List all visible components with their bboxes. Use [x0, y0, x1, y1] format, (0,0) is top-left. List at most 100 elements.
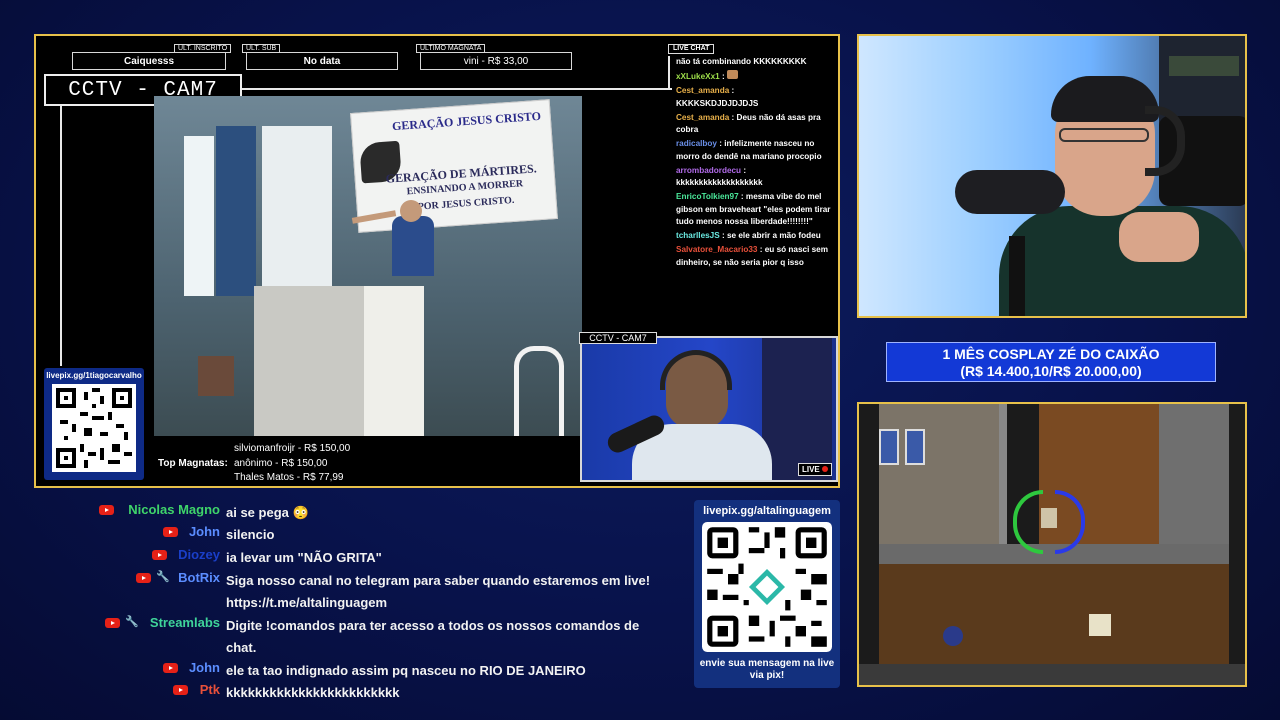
banner-text-1: GERAÇÃO JESUS CRISTO	[391, 108, 542, 134]
livepix-left-label: livepix.gg/1tiagocarvalho	[46, 371, 142, 380]
youtube-icon	[163, 527, 178, 537]
youtube-icon	[136, 573, 151, 583]
livepix-right-caption: envie sua mensagem na live via pix!	[699, 658, 835, 681]
yt-message: kkkkkkkkkkkkkkkkkkkkkkkk	[226, 685, 400, 700]
magnata-item: silviomanfroijr - R$ 150,00	[234, 443, 351, 454]
preacher	[392, 216, 434, 276]
game-bed	[879, 429, 899, 465]
live-badge: LIVE	[797, 463, 832, 476]
chat-message: não tá combinando KKKKKKKKK	[676, 56, 836, 69]
chat-username: Cest_amanda	[676, 112, 730, 122]
game-wall-right	[1159, 404, 1229, 544]
frame-line-top	[242, 88, 672, 90]
chat-message: xXLukeXx1 :	[676, 69, 836, 84]
inset-webcam: LIVE	[580, 336, 838, 482]
game-parchment	[1089, 614, 1111, 636]
yt-chat-row: John silencio	[90, 522, 690, 544]
chat-message: tcharllesJS : se ele abrir a mão fodeu	[676, 231, 821, 241]
chat-text: não tá combinando KKKKKKKKK	[676, 57, 807, 66]
window-blue	[216, 126, 256, 296]
chat-username: radicalboy	[676, 139, 717, 149]
ult-sub-box: No data	[246, 52, 398, 70]
youtube-icon	[163, 663, 178, 673]
banner-text-4: POR JESUS CRISTO.	[417, 194, 515, 213]
yt-username: Ptk	[199, 682, 220, 697]
donation-goal: 1 MÊS COSPLAY ZÉ DO CAIXÃO (R$ 14.400,10…	[886, 342, 1216, 382]
yt-chat-row: 🔧 Streamlabs Digite !comandos para ter a…	[90, 613, 690, 657]
facecam	[857, 34, 1247, 318]
yt-username: Nicolas Magno	[128, 502, 220, 517]
youtube-icon	[152, 550, 167, 560]
chat-username: tcharllesJS	[676, 231, 720, 241]
chat-message: Cest_amanda : KKKKSKDJDJDJDJS	[676, 85, 759, 108]
yt-chat-row: Ptk kkkkkkkkkkkkkkkkkkkkkkkk	[90, 680, 690, 702]
live-chat-label: LIVE CHAT	[668, 44, 715, 54]
plant-pot	[198, 356, 234, 396]
game-bed	[905, 429, 925, 465]
shelf-items	[1169, 56, 1239, 76]
live-dot-icon	[822, 466, 828, 472]
livepix-right-url: livepix.gg/altalinguagem	[703, 505, 831, 517]
magnata-item: Thales Matos - R$ 77,99	[234, 472, 344, 484]
youtube-icon	[99, 505, 114, 515]
ult-inscrito-box: Caiquesss	[72, 52, 226, 70]
inset-cctv-label: CCTV - CAM7	[579, 332, 657, 344]
yt-username: Streamlabs	[149, 615, 220, 630]
chat-text: se ele abrir a mão fodeu	[726, 231, 821, 241]
yt-username: Diozey	[178, 547, 220, 562]
emote-icon	[726, 69, 738, 79]
game-capture	[857, 402, 1247, 687]
yt-chat-row: 🔧 BotRix Siga nosso canal no telegram pa…	[90, 568, 690, 612]
yt-message-link[interactable]: https://t.me/altalinguagem	[226, 595, 387, 610]
glasses-icon	[1059, 128, 1149, 142]
qr-code-icon	[702, 522, 832, 652]
game-floor-tiles	[879, 404, 999, 544]
microphone-icon	[955, 170, 1065, 214]
pulpit-front	[364, 286, 424, 436]
frame-line-chat	[668, 56, 670, 88]
chat-message: EnricoTolkien97 : mesma vibe do mel gibs…	[676, 192, 831, 227]
chat-username: xXLukeXx1	[676, 71, 720, 81]
yt-message-line: Digite !comandos para ter acesso a todos…	[226, 618, 640, 633]
streamer-hand	[1119, 212, 1199, 262]
chat-message: radicalboy : infelizmente nasceu no morr…	[676, 139, 822, 161]
game-lower-floor	[879, 564, 1229, 664]
mic-arm	[1009, 236, 1025, 316]
streamer-hair	[1051, 76, 1159, 122]
game-bottom-bar	[859, 664, 1245, 685]
qr-code-icon	[52, 384, 136, 472]
top-magnatas-label: Top Magnatas:	[158, 458, 228, 469]
video-feed: GERAÇÃO JESUS CRISTO GERAÇÃO DE MÁRTIRES…	[154, 96, 582, 436]
yt-message-line: Siga nosso canal no telegram para saber …	[226, 573, 651, 588]
yt-chat-row: Diozey ia levar um "NÃO GRITA"	[90, 545, 690, 567]
yt-message: Siga nosso canal no telegram para saber …	[226, 570, 650, 614]
wrench-icon: 🔧	[125, 616, 139, 628]
preacher-head	[400, 200, 422, 222]
livepix-qr-left: livepix.gg/1tiagocarvalho	[44, 368, 144, 480]
ultimo-magnata-box: vini - R$ 33,00	[420, 52, 572, 70]
chat-message: arrombadordecu : kkkkkkkkkkkkkkkkkkk	[676, 165, 763, 188]
window-light-2	[262, 126, 332, 296]
wrench-icon: 🔧	[156, 571, 170, 583]
chat-username: EnricoTolkien97	[676, 192, 739, 202]
yt-message: ele ta tao indignado assim pq nasceu no …	[226, 663, 586, 678]
chat-username: arrombadordecu	[676, 165, 742, 175]
main-stream-frame: ULT. INSCRITO Caiquesss ULT. SUB No data…	[34, 34, 840, 488]
livepix-qr-right: livepix.gg/altalinguagem envie sua mensa…	[694, 500, 840, 688]
inset-curtain	[762, 338, 832, 480]
window-light	[184, 136, 214, 296]
chat-message: Salvatore_Macario33 : eu só nasci sem di…	[676, 245, 829, 268]
top-magnatas-list: silviomanfroijr - R$ 150,00 anônimo - R$…	[234, 442, 350, 486]
youtube-icon	[173, 685, 188, 695]
game-player	[1041, 508, 1057, 528]
yt-username: BotRix	[178, 570, 220, 585]
chat-username: Cest_amanda	[676, 85, 730, 95]
chat-message: Cest_amanda : Deus não dá asas pra cobra	[676, 112, 821, 135]
yt-username: John	[188, 524, 220, 539]
game-wall-horizontal	[879, 544, 1229, 564]
live-badge-text: LIVE	[801, 465, 820, 474]
yt-message: ia levar um "NÃO GRITA"	[226, 550, 382, 565]
magnata-item: anônimo - R$ 150,00	[234, 457, 328, 469]
yt-message: ai se pega 😳	[226, 505, 309, 520]
yt-message-line: chat.	[226, 640, 257, 655]
